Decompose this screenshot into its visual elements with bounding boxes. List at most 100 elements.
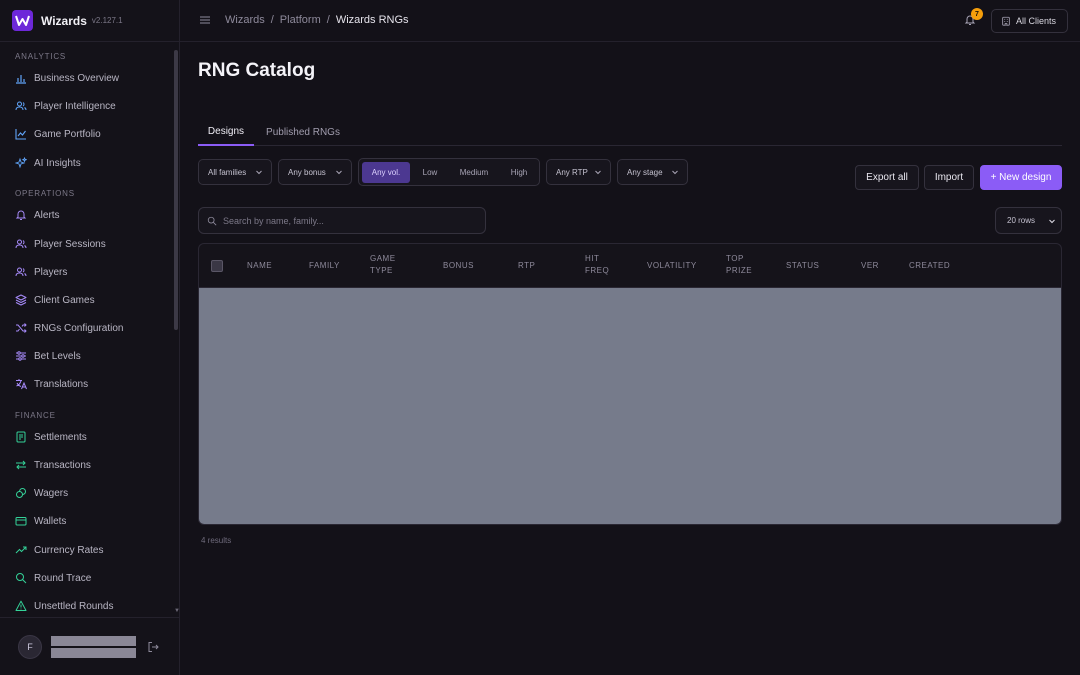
column-header-bonus[interactable]: BONUS [443, 260, 474, 272]
sliders-icon [15, 350, 27, 362]
users-icon [15, 100, 27, 112]
sidebar-item-player-sessions[interactable]: Player Sessions [15, 234, 165, 254]
avatar[interactable]: F [18, 635, 42, 659]
arrows-icon [15, 459, 27, 471]
chevron-down-icon [1049, 219, 1055, 224]
search-input[interactable] [223, 215, 485, 226]
page-title: RNG Catalog [198, 60, 316, 81]
menu-icon[interactable] [199, 14, 211, 26]
layers-icon [15, 294, 27, 306]
family-filter[interactable]: All families [198, 159, 272, 185]
trending-up-icon [15, 544, 27, 556]
column-header-game-type[interactable]: GAME TYPE [370, 253, 396, 277]
bell-icon [15, 209, 27, 221]
column-header-rtp[interactable]: RTP [518, 260, 535, 272]
sidebar-item-player-intelligence[interactable]: Player Intelligence [15, 96, 165, 116]
section-finance: FINANCE [15, 411, 56, 420]
tab-designs[interactable]: Designs [198, 118, 254, 146]
sidebar-item-label: Business Overview [34, 72, 120, 84]
table-body-redacted [199, 288, 1061, 524]
bonus-filter[interactable]: Any bonus [278, 159, 352, 185]
sidebar-item-alerts[interactable]: Alerts [15, 205, 165, 225]
breadcrumb-separator: / [326, 14, 330, 26]
shuffle-icon [15, 322, 27, 334]
column-header-hit-freq[interactable]: HIT FREQ [585, 253, 609, 277]
sidebar-item-game-portfolio[interactable]: Game Portfolio [15, 124, 165, 144]
family-filter-label: All families [208, 167, 247, 177]
sidebar-item-bet-levels[interactable]: Bet Levels [15, 346, 165, 366]
all-clients-label: All Clients [1016, 16, 1057, 26]
table-header: NAME FAMILY GAME TYPE BONUS RTP HIT FREQ… [199, 244, 1061, 288]
sidebar-item-players[interactable]: Players [15, 262, 165, 282]
topbar: Wizards / Platform / Wizards RNGs 7 All … [180, 0, 1080, 42]
breadcrumb: Wizards / Platform / Wizards RNGs [225, 14, 409, 26]
rtp-filter[interactable]: Any RTP [546, 159, 611, 185]
designs-table: NAME FAMILY GAME TYPE BONUS RTP HIT FREQ… [198, 243, 1062, 525]
coins-icon [15, 487, 27, 499]
app-name: Wizards [41, 13, 87, 28]
logout-icon[interactable] [147, 641, 159, 653]
all-clients-button[interactable]: All Clients [991, 9, 1068, 33]
select-all-checkbox[interactable] [211, 260, 223, 272]
sidebar-item-label: Game Portfolio [34, 128, 101, 140]
sidebar-item-ai-insights[interactable]: AI Insights [15, 153, 165, 173]
stage-filter-label: Any stage [627, 167, 663, 177]
sidebar: Wizards v2.127.1 ANALYTICS Business Over… [0, 0, 180, 675]
sidebar-item-rngs-configuration[interactable]: RNGs Configuration [15, 318, 165, 338]
column-header-status[interactable]: STATUS [786, 260, 819, 272]
user-name-redacted [51, 636, 136, 646]
export-all-button[interactable]: Export all [855, 165, 919, 190]
sidebar-item-client-games[interactable]: Client Games [15, 290, 165, 310]
logo-w-icon [15, 15, 30, 26]
column-header-created[interactable]: CREATED [909, 260, 950, 272]
tab-published-rngs[interactable]: Published RNGs [258, 118, 348, 146]
column-header-ver[interactable]: VER [861, 260, 879, 272]
chevron-down-icon [595, 170, 601, 175]
sidebar-item-label: Currency Rates [34, 544, 104, 556]
volatility-option-high[interactable]: High [502, 162, 536, 183]
search-icon [207, 216, 217, 225]
languages-icon [15, 378, 27, 390]
rows-per-page-label: 20 rows [1007, 216, 1036, 225]
breadcrumb-item[interactable]: Platform [280, 14, 321, 26]
users-icon [15, 238, 27, 250]
volatility-option-low[interactable]: Low [414, 162, 446, 183]
volatility-option-any[interactable]: Any vol. [362, 162, 410, 183]
users-icon [15, 266, 27, 278]
user-email-redacted [51, 648, 136, 658]
sidebar-scroll-thumb[interactable] [174, 50, 178, 330]
sidebar-item-translations[interactable]: Translations [15, 374, 165, 394]
sidebar-item-wagers[interactable]: Wagers [15, 483, 165, 503]
breadcrumb-current: Wizards RNGs [335, 14, 409, 26]
sidebar-item-currency-rates[interactable]: Currency Rates [15, 540, 165, 560]
scroll-down-arrow-icon[interactable]: ▼ [174, 608, 180, 614]
volatility-option-medium[interactable]: Medium [450, 162, 498, 183]
new-design-button[interactable]: + New design [980, 165, 1062, 190]
rtp-filter-label: Any RTP [556, 167, 588, 177]
stage-filter[interactable]: Any stage [617, 159, 688, 185]
sidebar-item-label: Unsettled Rounds [34, 600, 114, 612]
section-operations: OPERATIONS [15, 189, 75, 198]
breadcrumb-item[interactable]: Wizards [225, 14, 265, 26]
results-count: 4 results [201, 536, 232, 545]
sidebar-item-unsettled-rounds[interactable]: Unsettled Rounds [15, 596, 165, 616]
sidebar-item-business-overview[interactable]: Business Overview [15, 68, 165, 88]
chevron-down-icon [336, 170, 342, 175]
sidebar-item-settlements[interactable]: Settlements [15, 427, 165, 447]
column-header-name[interactable]: NAME [247, 260, 272, 272]
wallet-icon [15, 515, 27, 527]
brand[interactable]: Wizards v2.127.1 [0, 0, 180, 42]
column-header-family[interactable]: FAMILY [309, 260, 340, 272]
import-button[interactable]: Import [924, 165, 974, 190]
sidebar-item-transactions[interactable]: Transactions [15, 455, 165, 475]
column-header-volatility[interactable]: VOLATILITY [647, 260, 697, 272]
sidebar-scrollbar[interactable]: ▼ [172, 42, 180, 617]
building-icon [1002, 16, 1010, 26]
sidebar-item-wallets[interactable]: Wallets [15, 511, 165, 531]
column-header-top-prize[interactable]: TOP PRIZE [726, 253, 752, 277]
app-root: Wizards v2.127.1 ANALYTICS Business Over… [0, 0, 1080, 675]
sidebar-item-round-trace[interactable]: Round Trace [15, 568, 165, 588]
chevron-down-icon [256, 170, 262, 175]
rows-per-page-select[interactable]: 20 rows [995, 207, 1062, 234]
tab-bar: Designs Published RNGs [198, 118, 1062, 146]
